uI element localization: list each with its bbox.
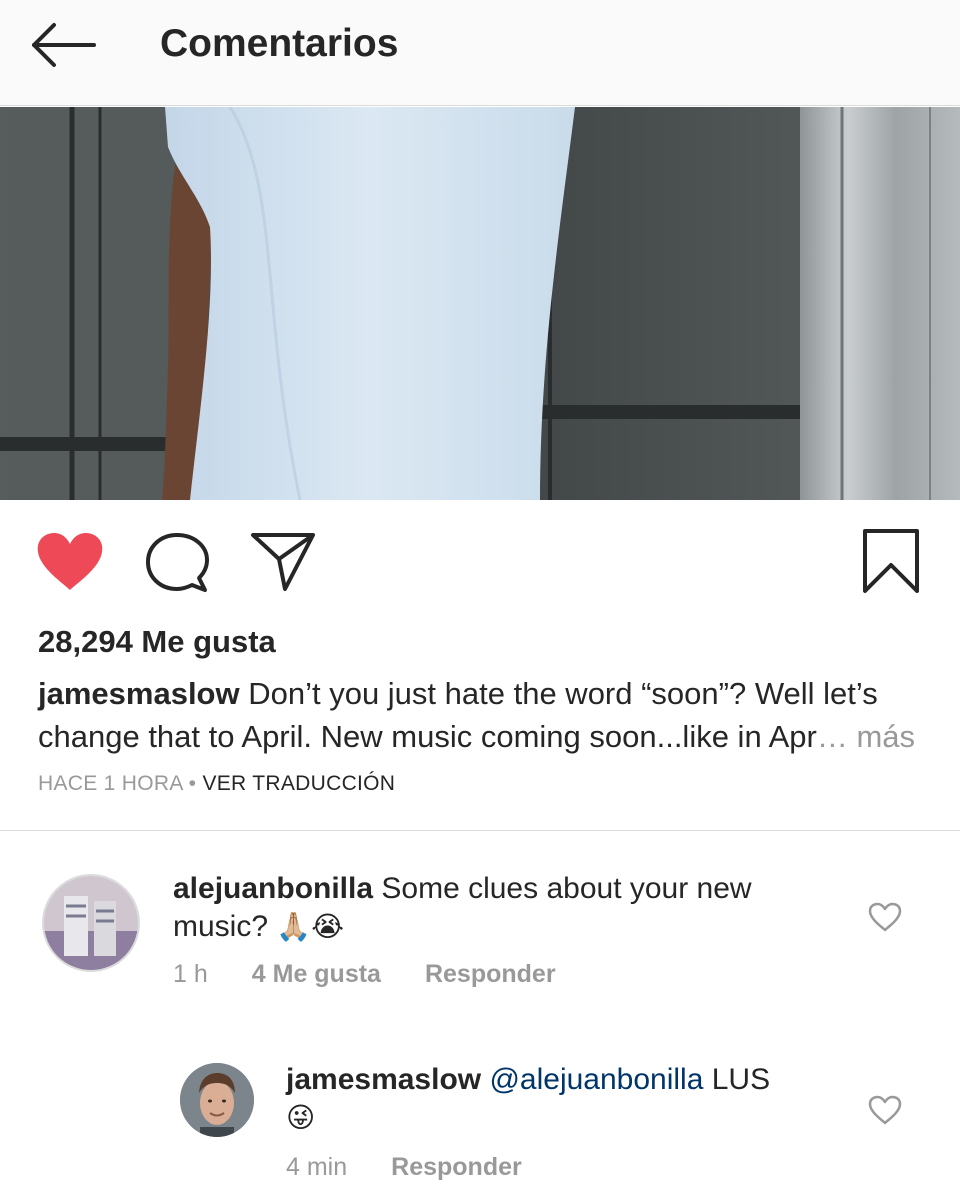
meta-separator: • xyxy=(182,772,203,795)
reply-text: LUS xyxy=(703,1063,771,1096)
avatar[interactable] xyxy=(180,1063,254,1137)
comment-item: alejuanbonilla Some clues about your new… xyxy=(0,860,960,1010)
reply-like-button[interactable] xyxy=(868,1095,902,1130)
arrow-left-icon xyxy=(32,23,96,67)
comment-body: alejuanbonilla Some clues about your new… xyxy=(173,870,813,946)
comment-emoji: 🙏🏼😭 xyxy=(276,910,344,943)
divider xyxy=(0,830,960,831)
reply-meta: 4 min Responder xyxy=(286,1153,566,1182)
reply-body: jamesmaslow @alejuanbonilla LUS 😜 xyxy=(286,1061,826,1137)
bookmark-icon xyxy=(863,529,919,593)
post-caption: jamesmaslow Don’t you just hate the word… xyxy=(38,672,938,758)
see-translation-link[interactable]: VER TRADUCCIÓN xyxy=(202,772,395,795)
comment-username[interactable]: alejuanbonilla xyxy=(173,872,373,905)
save-button[interactable] xyxy=(862,528,920,594)
mention-link[interactable]: @alejuanbonilla xyxy=(489,1063,703,1096)
heart-outline-icon xyxy=(868,1095,902,1125)
comment-bubble-icon xyxy=(146,533,209,592)
reply-username[interactable]: jamesmaslow xyxy=(286,1063,481,1096)
comment-button[interactable] xyxy=(145,532,209,594)
comment-likes-count[interactable]: 4 Me gusta xyxy=(252,960,381,989)
comment-time: 1 h xyxy=(173,960,208,988)
post-image[interactable] xyxy=(0,107,960,500)
reply-item: jamesmaslow @alejuanbonilla LUS 😜 4 min Re… xyxy=(0,1055,960,1200)
reply-button[interactable]: Responder xyxy=(391,1153,522,1182)
post-timestamp: HACE 1 HORA xyxy=(38,772,183,795)
comment-meta: 1 h 4 Me gusta Responder xyxy=(173,960,600,989)
top-bar: Comentarios xyxy=(0,0,960,106)
likes-count[interactable]: 28,294 Me gusta xyxy=(38,624,276,660)
heart-filled-icon xyxy=(37,533,103,590)
page-title: Comentarios xyxy=(160,22,399,65)
post-meta: HACE 1 HORA • VER TRADUCCIÓN xyxy=(38,772,395,796)
reply-emoji: 😜 xyxy=(286,1101,316,1134)
like-button[interactable] xyxy=(36,532,104,592)
heart-outline-icon xyxy=(868,902,902,932)
reply-time: 4 min xyxy=(286,1153,348,1181)
post-actions xyxy=(0,520,960,600)
reply-button[interactable]: Responder xyxy=(425,960,556,989)
share-button[interactable] xyxy=(250,532,316,592)
avatar[interactable] xyxy=(42,874,140,972)
send-paper-plane-icon xyxy=(251,533,315,591)
comment-like-button[interactable] xyxy=(868,902,902,937)
caption-username[interactable]: jamesmaslow xyxy=(38,676,240,711)
caption-more-link[interactable]: … más xyxy=(817,719,915,754)
back-button[interactable] xyxy=(28,22,98,68)
